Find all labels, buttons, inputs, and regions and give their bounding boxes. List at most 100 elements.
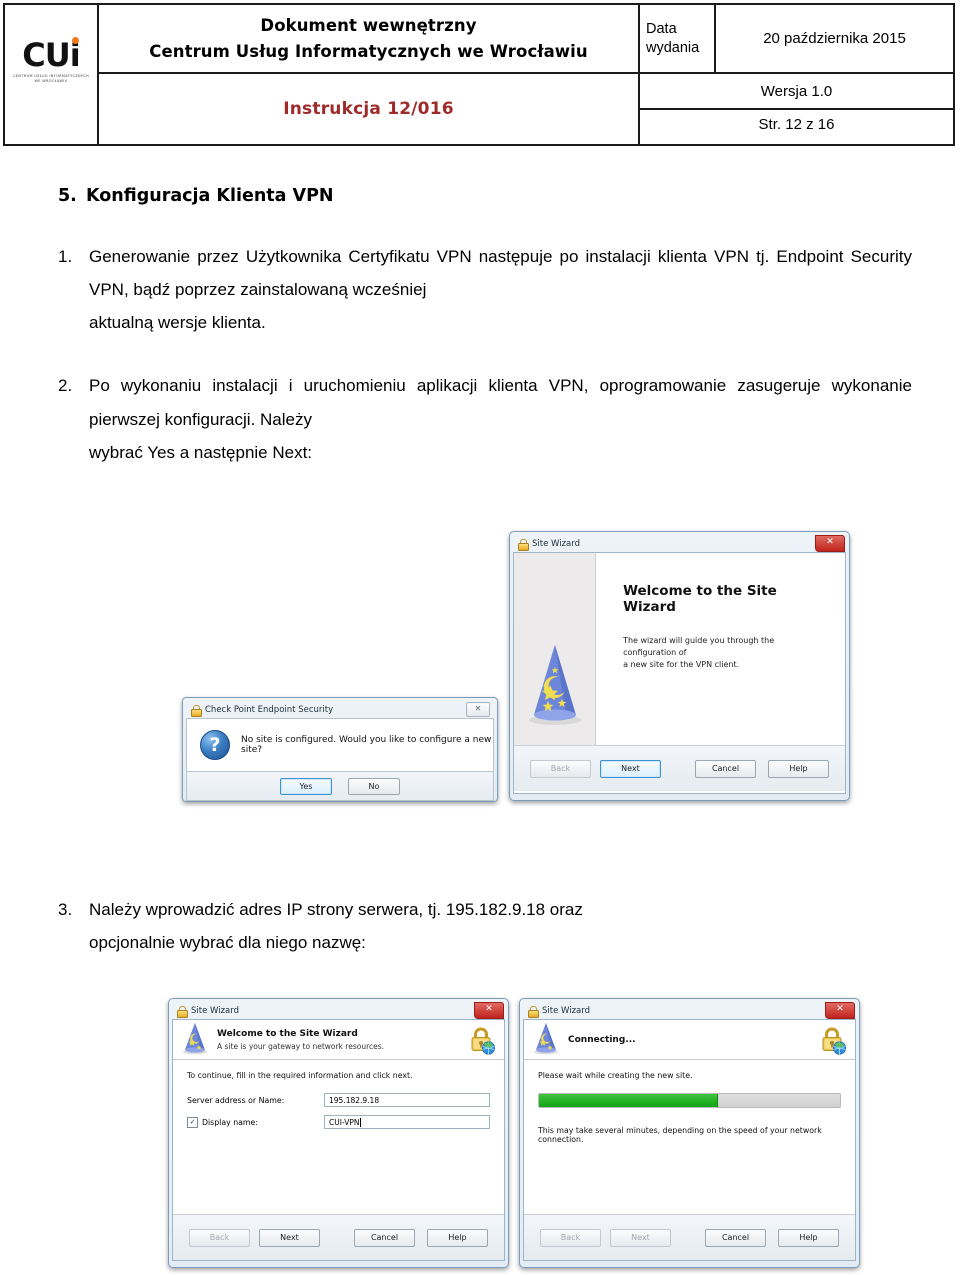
wizard-hat-icon bbox=[526, 641, 584, 731]
date-label-line1: Data bbox=[646, 20, 677, 37]
help-button[interactable]: Help bbox=[427, 1228, 488, 1247]
version-cell: Wersja 1.0 bbox=[640, 74, 953, 110]
site-wizard-form-banner-subtitle: A site is your gateway to network resour… bbox=[217, 1041, 385, 1051]
site-wizard-connecting-banner-texts: Connecting... bbox=[568, 1035, 809, 1045]
list-item-number: 1. bbox=[58, 247, 73, 266]
site-wizard-window: Site Wizard ✕ Welcome to the Site Wizard… bbox=[509, 531, 850, 801]
site-wizard-nav-buttons: Back Next bbox=[530, 759, 661, 778]
display-name-input[interactable]: CUI-VPN bbox=[324, 1115, 490, 1129]
document-body-continued: 3. Należy wprowadzić adres IP strony ser… bbox=[58, 893, 912, 985]
display-name-row: ✓ Display name: CUI-VPN bbox=[187, 1115, 490, 1129]
list-item: 1. Generowanie przez Użytkownika Certyfi… bbox=[58, 240, 912, 339]
header-middle-column: Dokument wewnętrzny Centrum Usług Inform… bbox=[99, 5, 640, 144]
site-wizard-form-client-area: Welcome to the Site Wizard A site is you… bbox=[172, 1019, 505, 1261]
progress-bar bbox=[538, 1093, 841, 1108]
cancel-button[interactable]: Cancel bbox=[695, 759, 756, 778]
site-wizard-connecting-client-area: Connecting... Please wait while creating… bbox=[523, 1019, 856, 1261]
help-button[interactable]: Help bbox=[778, 1228, 839, 1247]
site-wizard-title-bar: Site Wizard ✕ bbox=[513, 535, 846, 552]
help-button[interactable]: Help bbox=[768, 759, 829, 778]
display-name-label-group: ✓ Display name: bbox=[187, 1116, 324, 1128]
back-button[interactable]: Back bbox=[530, 759, 591, 778]
display-name-checkbox[interactable]: ✓ bbox=[187, 1116, 198, 1128]
cancel-button[interactable]: Cancel bbox=[705, 1228, 766, 1247]
display-name-label: Display name: bbox=[202, 1117, 258, 1127]
next-button[interactable]: Next bbox=[600, 759, 661, 778]
checkpoint-title-bar: Check Point Endpoint Security ✕ bbox=[186, 701, 494, 718]
list-item-line: Po wykonaniu instalacji i uruchomieniu a… bbox=[89, 376, 589, 396]
site-wizard-client-area: Welcome to the Site Wizard The wizard wi… bbox=[513, 552, 846, 794]
site-wizard-form-footer: Back Next Cancel Help bbox=[173, 1214, 504, 1260]
site-wizard-footer: Back Next Cancel Help bbox=[514, 745, 845, 791]
close-icon[interactable]: ✕ bbox=[474, 1002, 504, 1019]
list-item-line: aktualną wersje klienta. bbox=[89, 313, 266, 333]
yes-button[interactable]: Yes bbox=[280, 777, 332, 795]
site-wizard-form-panel: To continue, fill in the required inform… bbox=[173, 1060, 504, 1214]
date-label-cell: Data wydania bbox=[640, 5, 716, 72]
site-wizard-paragraph-line1: The wizard will guide you through the co… bbox=[623, 636, 775, 657]
list-item-text: Należy wprowadzić adres IP strony serwer… bbox=[89, 893, 912, 959]
document-body: 5. Konfiguracja Klienta VPN 1. Generowan… bbox=[58, 186, 912, 495]
close-icon[interactable]: ✕ bbox=[466, 702, 490, 717]
lock-globe-icon bbox=[466, 1025, 496, 1055]
screenshot-checkpoint-endpoint-security: Check Point Endpoint Security ✕ ? No sit… bbox=[182, 697, 498, 802]
checkpoint-message-text: No site is configured. Would you like to… bbox=[241, 735, 492, 755]
close-icon[interactable]: ✕ bbox=[815, 535, 845, 552]
back-button[interactable]: Back bbox=[540, 1228, 601, 1247]
site-wizard-heading: Welcome to the Site Wizard bbox=[623, 583, 777, 615]
header-title-cell: Dokument wewnętrzny Centrum Usług Inform… bbox=[99, 5, 638, 74]
site-wizard-connecting-nav-buttons: Back Next bbox=[540, 1228, 671, 1247]
site-wizard-form-banner-texts: Welcome to the Site Wizard A site is you… bbox=[217, 1029, 458, 1051]
cancel-button[interactable]: Cancel bbox=[354, 1228, 415, 1247]
padlock-icon bbox=[517, 538, 529, 551]
padlock-icon bbox=[176, 1005, 188, 1018]
server-address-input[interactable]: 195.182.9.18 bbox=[324, 1093, 490, 1107]
padlock-icon bbox=[527, 1005, 539, 1018]
site-wizard-form-banner-title: Welcome to the Site Wizard bbox=[217, 1028, 358, 1039]
checkpoint-dialog-window: Check Point Endpoint Security ✕ ? No sit… bbox=[182, 697, 498, 802]
site-wizard-form-title-bar: Site Wizard ✕ bbox=[172, 1002, 505, 1019]
site-wizard-connecting-title-bar: Site Wizard ✕ bbox=[523, 1002, 856, 1019]
logo-wordmark: CUi bbox=[22, 37, 81, 71]
no-button[interactable]: No bbox=[348, 777, 400, 795]
site-wizard-connecting-action-buttons: Cancel Help bbox=[705, 1228, 839, 1247]
site-wizard-connecting-title-text: Site Wizard bbox=[542, 1005, 591, 1016]
display-name-value: CUI-VPN bbox=[329, 1117, 360, 1127]
wizard-hat-small-icon bbox=[532, 1021, 560, 1059]
list-item-line: Należy wprowadzić adres IP strony serwer… bbox=[89, 900, 583, 919]
next-button[interactable]: Next bbox=[259, 1228, 320, 1247]
site-wizard-form-banner: Welcome to the Site Wizard A site is you… bbox=[173, 1020, 504, 1060]
cui-logo: CUi CENTRUM USŁUG INFORMATYCZNYCH WE WRO… bbox=[12, 37, 90, 85]
lock-globe-icon bbox=[817, 1025, 847, 1055]
connecting-instruction: Please wait while creating the new site. bbox=[538, 1071, 693, 1080]
back-button[interactable]: Back bbox=[189, 1228, 250, 1247]
section-heading: 5. Konfiguracja Klienta VPN bbox=[58, 186, 912, 206]
header-right-column: Data wydania 20 października 2015 Wersja… bbox=[640, 5, 953, 144]
site-wizard-content: Welcome to the Site Wizard The wizard wi… bbox=[596, 553, 845, 745]
header-date-row: Data wydania 20 października 2015 bbox=[640, 5, 953, 74]
header-instruction-cell: Instrukcja 12/016 bbox=[99, 74, 638, 144]
server-address-row: Server address or Name: 195.182.9.18 bbox=[187, 1093, 490, 1107]
site-wizard-sidebar bbox=[514, 553, 597, 745]
organization-title: Centrum Usług Informatycznych we Wrocław… bbox=[149, 42, 588, 61]
logo-orange-dot-icon bbox=[71, 37, 79, 44]
close-icon[interactable]: ✕ bbox=[825, 1002, 855, 1019]
list-item-number: 3. bbox=[58, 900, 73, 919]
padlock-icon bbox=[190, 704, 202, 717]
list-item-line: opcjonalnie wybrać dla niego nazwę: bbox=[89, 933, 366, 953]
list-item: 2. Po wykonaniu instalacji i uruchomieni… bbox=[58, 369, 912, 468]
site-wizard-form-action-buttons: Cancel Help bbox=[354, 1228, 488, 1247]
header-logo-cell: CUi CENTRUM USŁUG INFORMATYCZNYCH WE WRO… bbox=[5, 5, 99, 144]
date-value: 20 października 2015 bbox=[763, 30, 906, 47]
next-button[interactable]: Next bbox=[610, 1228, 671, 1247]
site-wizard-connecting-panel: Please wait while creating the new site.… bbox=[524, 1060, 855, 1214]
list-item-line: wybrać Yes a następnie Next: bbox=[89, 442, 313, 462]
screenshot-site-wizard-connecting: Site Wizard ✕ Connecting... Please wait … bbox=[519, 998, 860, 1268]
wizard-hat-small-icon bbox=[181, 1021, 209, 1059]
document-header-table: CUi CENTRUM USŁUG INFORMATYCZNYCH WE WRO… bbox=[3, 3, 955, 146]
screenshot-site-wizard-welcome: Site Wizard ✕ Welcome to the Site Wizard… bbox=[509, 531, 850, 801]
logo-subtext: CENTRUM USŁUG INFORMATYCZNYCH WE WROCŁAW… bbox=[12, 74, 90, 85]
list-item-text: Generowanie przez Użytkownika Certyfikat… bbox=[89, 240, 912, 339]
instruction-number: Instrukcja 12/016 bbox=[283, 99, 454, 119]
question-mark-icon: ? bbox=[200, 730, 230, 760]
